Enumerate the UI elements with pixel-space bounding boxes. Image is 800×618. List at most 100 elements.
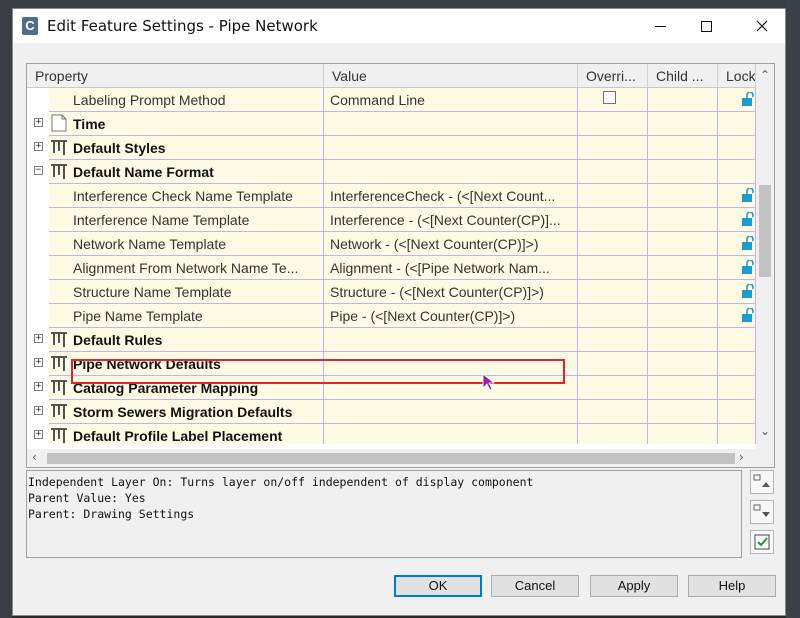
property-cell[interactable]: Labeling Prompt Method xyxy=(49,88,324,112)
column-header-property[interactable]: Property xyxy=(27,64,324,87)
category-row[interactable]: + Default Profile Label Placement xyxy=(27,424,756,444)
property-row[interactable]: Interference Name Template Interference -… xyxy=(27,208,756,232)
category-row[interactable]: + Pipe Network Defaults xyxy=(27,352,756,376)
property-row[interactable]: Labeling Prompt Method Command Line xyxy=(27,88,756,112)
category-row[interactable]: + Catalog Parameter Mapping xyxy=(27,376,756,400)
override-cell xyxy=(578,136,648,160)
vertical-scroll-thumb[interactable] xyxy=(759,185,771,277)
scroll-left-icon[interactable]: ‹ xyxy=(32,450,37,464)
override-checkbox[interactable] xyxy=(603,91,616,104)
property-value: Structure - (<[Next Counter(CP)]>) xyxy=(330,284,544,300)
property-cell[interactable]: Storm Sewers Migration Defaults xyxy=(49,400,324,424)
lock-cell xyxy=(718,376,756,400)
lock-cell xyxy=(718,184,756,208)
maximize-button[interactable] xyxy=(683,9,729,43)
override-cell xyxy=(578,232,648,256)
move-down-button[interactable] xyxy=(750,500,774,524)
category-row[interactable]: + Time xyxy=(27,112,756,136)
property-label: Interference Name Template xyxy=(73,212,250,228)
expand-icon[interactable]: + xyxy=(34,406,43,415)
expand-icon[interactable]: + xyxy=(34,142,43,151)
vertical-scrollbar[interactable]: ⌃ ⌄ xyxy=(756,64,774,449)
property-cell[interactable]: Default Name Format xyxy=(49,160,324,184)
property-label: Pipe Name Template xyxy=(73,308,203,324)
unlocked-lock-icon[interactable] xyxy=(741,188,755,202)
value-cell xyxy=(324,352,578,376)
override-cell xyxy=(578,424,648,444)
close-button[interactable] xyxy=(739,9,785,43)
property-grid[interactable]: Property Value Overri... Child ... Lock … xyxy=(26,63,775,468)
unlocked-lock-icon[interactable] xyxy=(741,92,755,106)
checklist-button[interactable] xyxy=(750,530,774,554)
unlocked-lock-icon[interactable] xyxy=(741,260,755,274)
override-cell xyxy=(578,160,648,184)
column-header-lock[interactable]: Lock xyxy=(718,64,756,87)
unlocked-lock-icon[interactable] xyxy=(741,212,755,226)
column-header-child[interactable]: Child ... xyxy=(648,64,718,87)
expand-icon[interactable]: + xyxy=(34,334,43,343)
value-cell[interactable]: InterferenceCheck - (<[Next Count... xyxy=(324,184,578,208)
expand-icon[interactable]: + xyxy=(34,430,43,439)
category-row[interactable]: + Storm Sewers Migration Defaults xyxy=(27,400,756,424)
property-cell[interactable]: Pipe Network Defaults xyxy=(49,352,324,376)
property-row[interactable]: Interference Check Name Template Interfer… xyxy=(27,184,756,208)
pipe-network-icon xyxy=(51,332,67,347)
scroll-right-icon[interactable]: › xyxy=(739,450,744,464)
child-override-cell xyxy=(648,424,718,444)
property-cell[interactable]: Interference Check Name Template xyxy=(49,184,324,208)
minimize-button[interactable] xyxy=(637,9,683,43)
expand-icon[interactable]: + xyxy=(34,382,43,391)
property-cell[interactable]: Default Rules xyxy=(49,328,324,352)
horizontal-scrollbar[interactable]: ‹ › xyxy=(27,449,774,467)
category-row[interactable]: + Default Styles xyxy=(27,136,756,160)
move-up-button[interactable] xyxy=(750,470,774,494)
horizontal-scroll-thumb[interactable] xyxy=(47,453,735,464)
property-row[interactable]: Structure Name Template Structure - (<[Ne… xyxy=(27,280,756,304)
scroll-up-icon[interactable]: ⌃ xyxy=(760,68,770,82)
property-row[interactable]: Network Name Template Network - (<[Next C… xyxy=(27,232,756,256)
property-cell[interactable]: Network Name Template xyxy=(49,232,324,256)
value-cell[interactable]: Pipe - (<[Next Counter(CP)]>) xyxy=(324,304,578,328)
value-cell xyxy=(324,328,578,352)
property-cell[interactable]: Default Profile Label Placement xyxy=(49,424,324,444)
unlocked-lock-icon[interactable] xyxy=(741,284,755,298)
lock-cell xyxy=(718,304,756,328)
property-row[interactable]: Pipe Name Template Pipe - (<[Next Counter… xyxy=(27,304,756,328)
value-cell[interactable]: Command Line xyxy=(324,88,578,112)
unlocked-lock-icon[interactable] xyxy=(741,236,755,250)
column-header-override[interactable]: Overri... xyxy=(578,64,648,87)
column-header-value[interactable]: Value xyxy=(324,64,578,87)
value-cell xyxy=(324,112,578,136)
unlocked-lock-icon[interactable] xyxy=(741,308,755,322)
expand-icon[interactable]: + xyxy=(34,118,43,127)
property-cell[interactable]: Time xyxy=(49,112,324,136)
edit-feature-settings-dialog: C Edit Feature Settings - Pipe Network P… xyxy=(12,8,786,616)
expand-icon[interactable]: + xyxy=(34,358,43,367)
row-gutter xyxy=(27,88,49,112)
property-cell[interactable]: Default Styles xyxy=(49,136,324,160)
apply-button[interactable]: Apply xyxy=(590,575,678,597)
value-cell[interactable]: Network - (<[Next Counter(CP)]>) xyxy=(324,232,578,256)
property-value: InterferenceCheck - (<[Next Count... xyxy=(330,188,556,204)
category-row[interactable]: − Default Name Format xyxy=(27,160,756,184)
title-bar[interactable]: C Edit Feature Settings - Pipe Network xyxy=(13,9,785,43)
value-cell xyxy=(324,376,578,400)
property-cell[interactable]: Pipe Name Template xyxy=(49,304,324,328)
property-row[interactable]: Alignment From Network Name Te... Alignme… xyxy=(27,256,756,280)
property-cell[interactable]: Structure Name Template xyxy=(49,280,324,304)
cancel-button[interactable]: Cancel xyxy=(491,575,579,597)
value-cell[interactable]: Structure - (<[Next Counter(CP)]>) xyxy=(324,280,578,304)
ok-button[interactable]: OK xyxy=(394,575,482,597)
help-button[interactable]: Help xyxy=(688,575,776,597)
value-cell[interactable]: Interference - (<[Next Counter(CP)]... xyxy=(324,208,578,232)
category-label: Time xyxy=(73,116,106,132)
property-cell[interactable]: Alignment From Network Name Te... xyxy=(49,256,324,280)
property-cell[interactable]: Interference Name Template xyxy=(49,208,324,232)
override-cell xyxy=(578,328,648,352)
value-cell[interactable]: Alignment - (<[Pipe Network Nam... xyxy=(324,256,578,280)
scroll-down-icon[interactable]: ⌄ xyxy=(760,424,770,438)
category-row[interactable]: + Default Rules xyxy=(27,328,756,352)
document-icon xyxy=(51,114,67,132)
property-cell[interactable]: Catalog Parameter Mapping xyxy=(49,376,324,400)
collapse-icon[interactable]: − xyxy=(34,166,43,175)
